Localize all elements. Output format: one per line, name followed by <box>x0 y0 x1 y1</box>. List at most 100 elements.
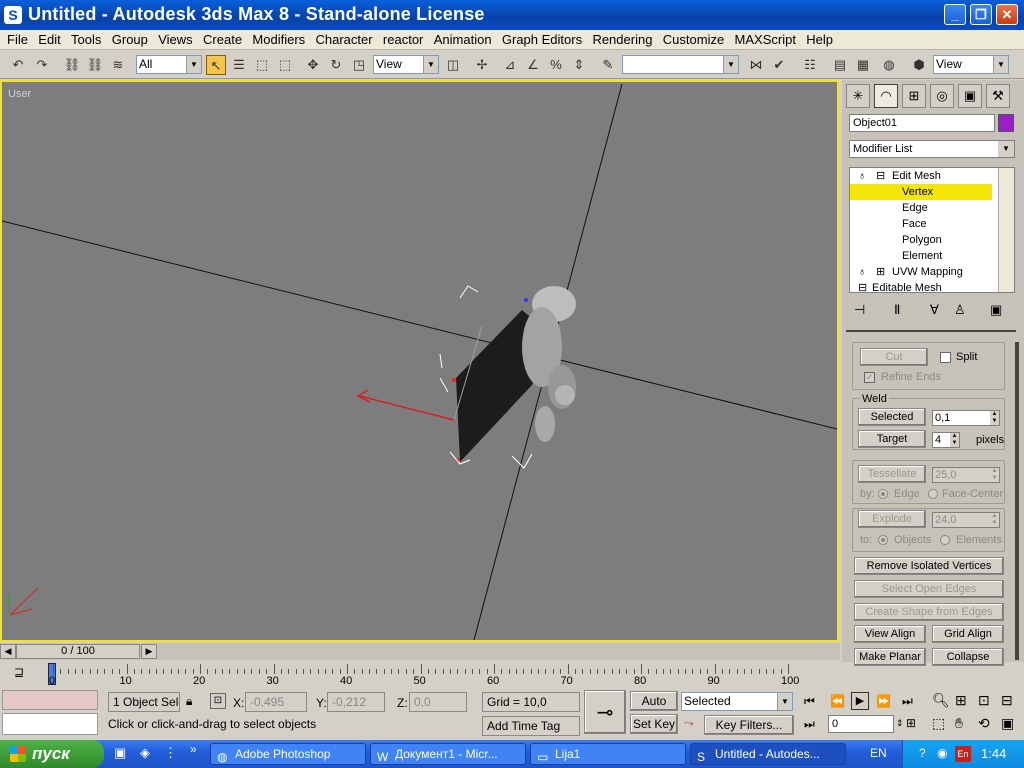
expand-icon[interactable]: ⊟ <box>858 280 867 292</box>
stack-item-face[interactable]: Face <box>850 216 992 232</box>
spinner-arrows-icon[interactable]: ▲ ▼ <box>990 468 999 482</box>
make-planar-button[interactable]: Make Planar <box>854 648 926 666</box>
task-photoshop[interactable]: ◍ Adobe Photoshop <box>210 743 366 765</box>
layer-manager-icon[interactable]: ☷ <box>800 55 820 75</box>
zoom-icon[interactable]: 🔍︎ <box>932 692 950 709</box>
display-tab-icon[interactable]: ▣ <box>958 84 982 108</box>
key-mode-dropdown[interactable]: Selected ▼ <box>681 692 793 711</box>
view-align-button[interactable]: View Align <box>854 625 926 643</box>
object-color-swatch[interactable] <box>998 114 1014 132</box>
stack-scrollbar[interactable] <box>998 168 1014 292</box>
current-frame-field[interactable]: 0 <box>828 715 894 733</box>
menu-rendering[interactable]: Rendering <box>592 30 652 47</box>
set-key-icon[interactable]: ⊸ <box>584 690 626 734</box>
zoom-extents-all-icon[interactable]: ⊟ <box>1001 692 1013 709</box>
next-frame-icon[interactable]: ⏩ <box>876 694 891 708</box>
configure-sets-icon[interactable]: ▣ <box>990 302 1002 318</box>
close-button[interactable]: ✕ <box>996 4 1018 25</box>
expand-icon[interactable]: ⊞ <box>876 264 885 280</box>
objects-radio[interactable] <box>878 535 888 545</box>
split-checkbox[interactable] <box>940 352 951 363</box>
quicklaunch-icon[interactable]: ⋮ <box>164 745 177 761</box>
x-coord-field[interactable]: -0,495 <box>245 692 307 712</box>
maxscript-input[interactable] <box>2 713 98 735</box>
menu-modifiers[interactable]: Modifiers <box>252 30 305 47</box>
pin-stack-icon[interactable]: ⊣ <box>854 302 865 318</box>
stack-item-vertex[interactable]: Vertex <box>850 184 992 200</box>
align-icon[interactable]: ✔ <box>769 55 789 75</box>
edge-radio[interactable] <box>878 489 888 499</box>
tessellate-tension-spinner[interactable]: 25,0 ▲ ▼ <box>932 467 1000 483</box>
stack-item-uvw-mapping[interactable]: ♁ ⊞ UVW Mapping <box>850 264 992 280</box>
show-end-result-icon[interactable]: Ⅱ <box>894 302 900 318</box>
add-time-tag[interactable]: Add Time Tag <box>482 716 580 736</box>
menu-maxscript[interactable]: MAXScript <box>735 30 796 47</box>
arc-rotate-icon[interactable]: ⟲ <box>978 715 990 732</box>
material-editor-icon[interactable]: ◍ <box>879 55 899 75</box>
refine-ends-checkbox[interactable]: ✓ <box>864 372 875 383</box>
chevron-left-icon[interactable]: ◀ <box>0 644 16 659</box>
unlink-icon[interactable]: ⛓ <box>85 55 105 75</box>
manipulate-icon[interactable]: ✢ <box>472 55 492 75</box>
auto-key-button[interactable]: Auto Key <box>630 691 678 726</box>
modifier-list-dropdown[interactable]: Modifier List ▼ <box>849 140 1015 158</box>
redo-icon[interactable]: ↷ <box>32 55 52 75</box>
spinner-snap-icon[interactable]: ⇕ <box>569 55 589 75</box>
absolute-mode-icon[interactable]: ⊡ <box>210 693 226 709</box>
key-filters-button[interactable]: Key Filters... <box>704 715 794 735</box>
previous-frame-icon[interactable]: ⏪ <box>830 694 845 708</box>
menu-edit[interactable]: Edit <box>38 30 60 47</box>
default-tangent-icon[interactable]: ⤳ <box>684 716 694 731</box>
explode-button[interactable]: Explode <box>858 510 926 528</box>
rollout-scrollbar[interactable] <box>1015 342 1019 660</box>
time-slider-thumb[interactable]: 0 / 100 <box>16 644 140 659</box>
stack-item-edge[interactable]: Edge <box>850 200 992 216</box>
tray-network-icon[interactable]: ◉ <box>937 746 947 760</box>
chevron-right-icon[interactable]: ▶ <box>141 644 157 659</box>
mini-curve-editor-icon[interactable]: ⊒ <box>14 665 24 679</box>
app-icon[interactable]: S <box>4 6 22 24</box>
spinner-arrows-icon[interactable]: ▲ ▼ <box>950 433 959 447</box>
edit-named-selection-icon[interactable]: ✎ <box>598 55 618 75</box>
chevron-right-icon[interactable]: » <box>190 742 197 756</box>
stack-item-element[interactable]: Element <box>850 248 992 264</box>
undo-icon[interactable]: ↶ <box>8 55 28 75</box>
play-icon[interactable]: ▶ <box>851 692 869 710</box>
y-coord-field[interactable]: -0,212 <box>327 692 385 712</box>
schematic-view-icon[interactable]: ▦ <box>853 55 873 75</box>
link-icon[interactable]: ⛓ <box>62 55 82 75</box>
rect-selection-icon[interactable]: ⬚ <box>252 55 272 75</box>
menu-reactor[interactable]: reactor <box>383 30 423 47</box>
render-scene-icon[interactable]: ⬢ <box>909 55 929 75</box>
weld-threshold-spinner[interactable]: 0,1 ▲ ▼ <box>932 410 1000 426</box>
select-by-name-icon[interactable]: ☰ <box>229 55 249 75</box>
percent-snap-icon[interactable]: % <box>546 55 566 75</box>
tray-lang-icon[interactable]: En <box>955 746 971 762</box>
task-word-document[interactable]: W Документ1 - Micr... <box>370 743 526 765</box>
remove-isolated-vertices-button[interactable]: Remove Isolated Vertices <box>854 557 1004 575</box>
lightbulb-icon[interactable]: ♁ <box>858 264 866 280</box>
explode-angle-spinner[interactable]: 24,0 ▲ ▼ <box>932 512 1000 528</box>
bind-space-warp-icon[interactable]: ≋ <box>108 55 128 75</box>
menu-character[interactable]: Character <box>316 30 373 47</box>
move-icon[interactable]: ✥ <box>303 55 323 75</box>
tray-help-icon[interactable]: ? <box>919 746 926 760</box>
task-folder-lija1[interactable]: ▭ Lija1 <box>530 743 686 765</box>
menu-file[interactable]: File <box>7 30 28 47</box>
create-tab-icon[interactable]: ✳ <box>846 84 870 108</box>
angle-snap-icon[interactable]: ∠ <box>523 55 543 75</box>
time-slider[interactable]: ◀ 0 / 100 ▶ <box>0 643 840 660</box>
face-center-radio[interactable] <box>928 489 938 499</box>
tessellate-button[interactable]: Tessellate <box>858 465 926 483</box>
menu-animation[interactable]: Animation <box>434 30 492 47</box>
start-button[interactable]: пуск <box>0 740 104 768</box>
zoom-extents-icon[interactable]: ⊡ <box>978 692 990 709</box>
language-indicator[interactable]: EN <box>870 746 887 760</box>
go-to-end-icon[interactable]: ⏭ <box>902 694 913 709</box>
menu-group[interactable]: Group <box>112 30 148 47</box>
create-shape-from-edges-button[interactable]: Create Shape from Edges <box>854 603 1004 621</box>
menu-create[interactable]: Create <box>203 30 242 47</box>
stack-item-editable-mesh[interactable]: ⊟ Editable Mesh <box>850 280 992 292</box>
menu-views[interactable]: Views <box>158 30 192 47</box>
pivot-center-icon[interactable]: ◫ <box>443 55 463 75</box>
